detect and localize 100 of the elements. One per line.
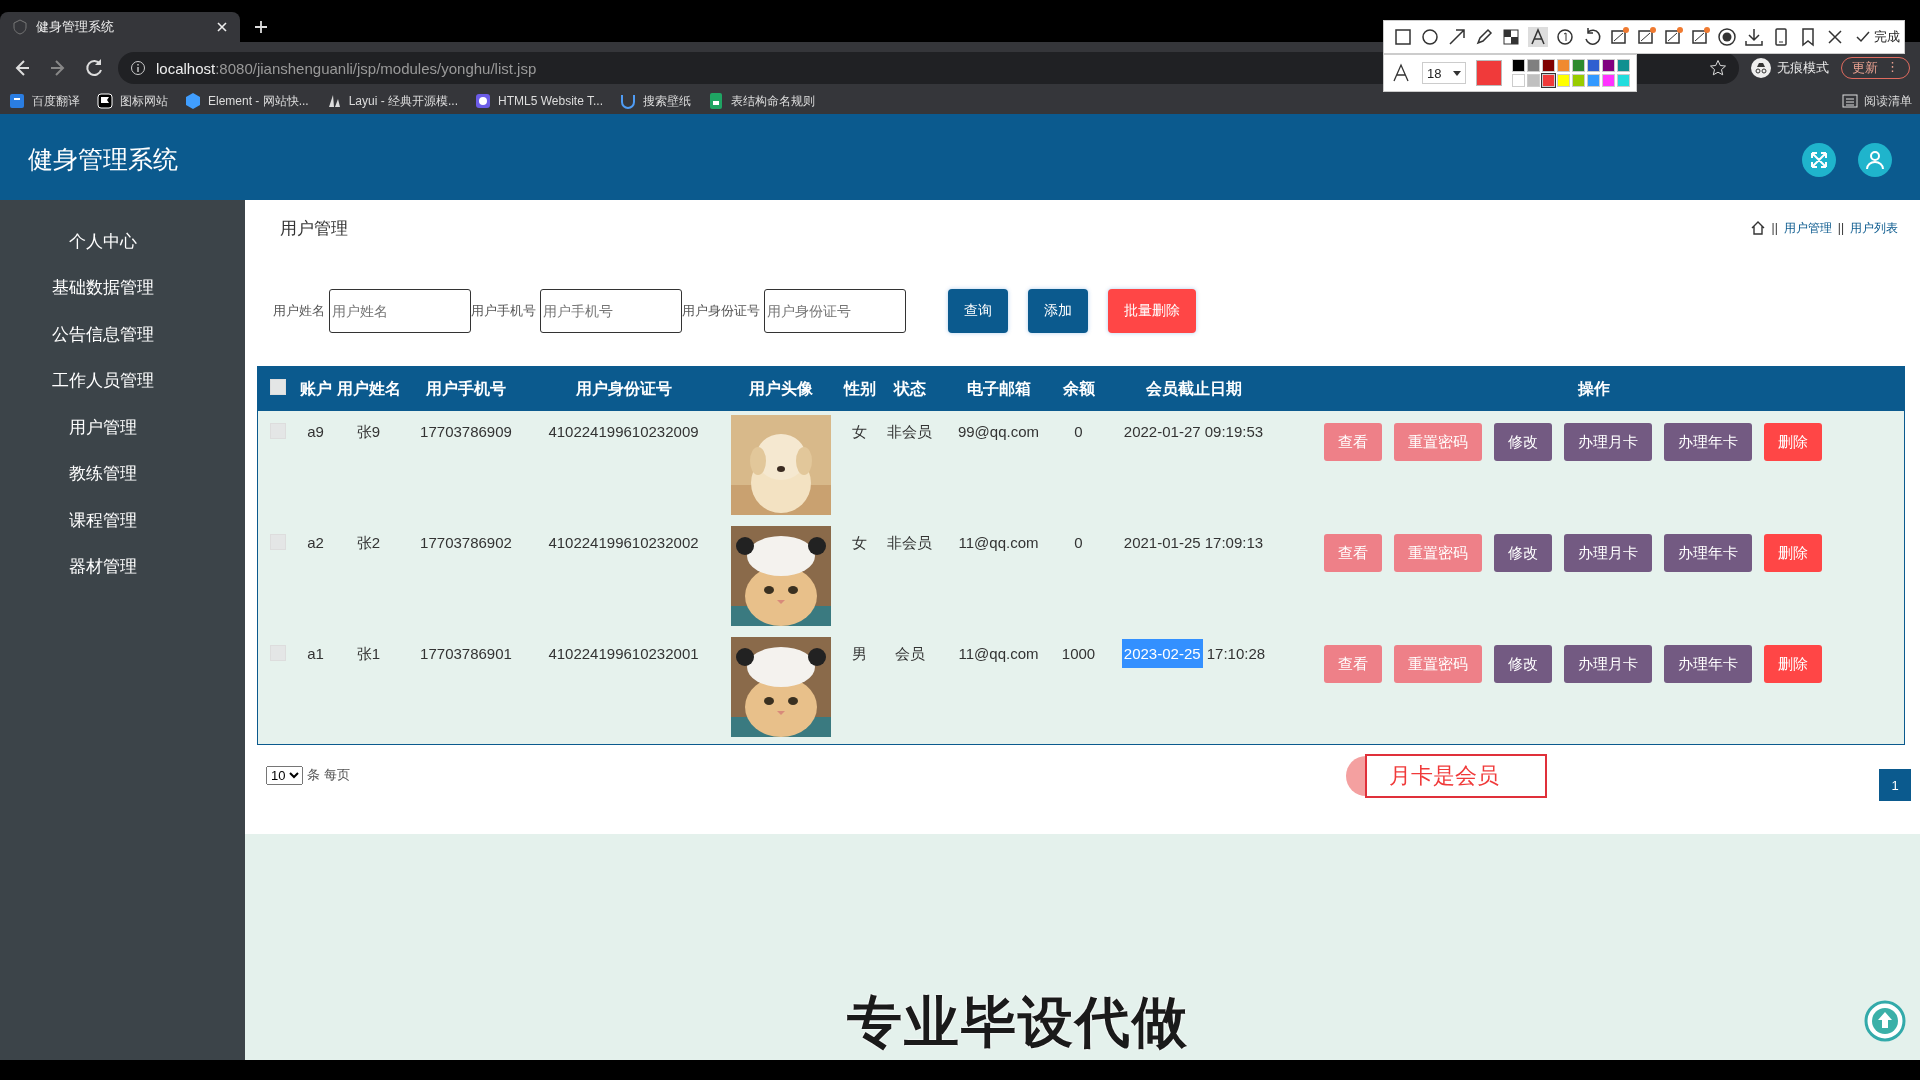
done-button[interactable]: 完成 <box>1855 28 1900 46</box>
table-cell: 0 <box>1053 522 1104 633</box>
table-cell: 0 <box>1053 411 1104 522</box>
number-icon[interactable] <box>1554 26 1576 48</box>
bookmark-icon <box>184 92 202 110</box>
home-icon[interactable] <box>1749 220 1766 236</box>
bookmark[interactable]: 图标网站 <box>96 92 168 110</box>
color-swatch[interactable] <box>1617 59 1630 72</box>
current-color-swatch[interactable] <box>1476 60 1502 86</box>
list-icon <box>1842 93 1858 109</box>
action-button[interactable]: 办理年卡 <box>1663 534 1752 572</box>
action-button[interactable]: 添加 <box>1028 289 1088 333</box>
action-button[interactable]: 查询 <box>948 289 1008 333</box>
close-icon[interactable] <box>216 21 228 33</box>
table-cell: 非会员 <box>875 522 944 633</box>
reading-list-button[interactable]: 阅读清单 <box>1842 92 1912 110</box>
bookmark[interactable]: HTML5 Website T... <box>474 92 603 110</box>
table-cell: 会员 <box>875 633 944 745</box>
menu-icon[interactable]: ⋮ <box>1886 59 1899 77</box>
table-cell: 17703786902 <box>403 522 529 633</box>
bookmark[interactable]: 表结构命名规则 <box>707 92 815 110</box>
breadcrumb-link[interactable]: 用户列表 <box>1850 219 1898 237</box>
bookmark[interactable]: Element - 网站快... <box>184 92 309 110</box>
table-cell: 17:09:13 <box>1204 534 1264 551</box>
input-field[interactable]: 用户身份证号 <box>764 289 906 333</box>
table-cell: 410224199610232001 <box>528 633 719 745</box>
bookmark[interactable]: Layui - 经典开源模... <box>324 92 459 110</box>
input-field[interactable]: 用户姓名 <box>329 289 471 333</box>
action-button[interactable]: 办理月卡 <box>1563 423 1652 461</box>
action-button[interactable]: 修改 <box>1493 534 1552 572</box>
rectangle-icon[interactable] <box>1392 26 1414 48</box>
sidebar-item[interactable]: 工作人员管理 <box>51 357 154 404</box>
color-swatch[interactable] <box>1602 59 1615 72</box>
table-cell: 11@qq.com <box>943 633 1054 745</box>
action-button[interactable]: 办理月卡 <box>1563 534 1652 572</box>
bookmark-icon <box>8 92 26 110</box>
color-swatch[interactable] <box>1527 59 1540 72</box>
action-button[interactable]: 办理月卡 <box>1563 645 1652 683</box>
mosaic-icon[interactable] <box>1500 26 1522 48</box>
table-cell: 女 <box>843 411 876 522</box>
color-swatch[interactable] <box>1527 74 1540 87</box>
bookmark-icon <box>96 92 114 110</box>
color-swatch[interactable] <box>1557 59 1570 72</box>
table-cell: 09:19:53 <box>1204 423 1264 440</box>
color-swatch[interactable] <box>1617 74 1630 87</box>
table-cell: a1 <box>297 633 334 745</box>
sidebar-item[interactable]: 基础数据管理 <box>51 264 154 311</box>
sidebar-item[interactable]: 公告信息管理 <box>51 311 154 358</box>
color-swatch[interactable] <box>1572 74 1585 87</box>
bookmark[interactable]: 搜索壁纸 <box>619 92 691 110</box>
text-tool-icon[interactable] <box>1527 26 1549 48</box>
column-header: 状态 <box>875 366 944 411</box>
info-icon[interactable] <box>130 60 146 76</box>
action-button[interactable]: 修改 <box>1493 423 1552 461</box>
bookmark[interactable]: 百度翻译 <box>8 92 80 110</box>
color-swatch[interactable] <box>1512 74 1525 87</box>
incognito-badge[interactable]: 无痕模式 <box>1751 58 1829 78</box>
browser-tab[interactable]: 健身管理系统 <box>0 12 240 42</box>
table-cell: 2021-01-25 <box>1123 534 1201 551</box>
action-button[interactable]: 办理年卡 <box>1663 423 1752 461</box>
caret-icon <box>1453 70 1461 76</box>
new-tab-icon[interactable] <box>254 20 268 34</box>
scroll-top-icon[interactable] <box>1864 1000 1906 1042</box>
color-swatch[interactable] <box>1542 59 1555 72</box>
sidebar-item[interactable]: 器材管理 <box>68 543 137 590</box>
table-cell: a9 <box>297 411 334 522</box>
color-swatch[interactable] <box>1587 59 1600 72</box>
fullscreen-button[interactable] <box>1802 142 1836 177</box>
page-button[interactable]: 1 <box>1879 769 1911 801</box>
input-field[interactable]: 用户手机号 <box>540 289 682 333</box>
color-swatch[interactable] <box>1587 74 1600 87</box>
checkbox[interactable] <box>269 379 286 395</box>
expand-icon <box>1810 150 1828 169</box>
action-button[interactable]: 修改 <box>1493 645 1552 683</box>
sidebar-item[interactable]: 课程管理 <box>68 497 137 544</box>
font-size-select[interactable]: 18 <box>1422 62 1466 84</box>
color-swatch[interactable] <box>1542 74 1555 87</box>
sidebar-item[interactable]: 用户管理 <box>68 404 137 451</box>
star-icon[interactable] <box>1709 59 1727 77</box>
page-size-select[interactable]: 10 <box>266 765 303 785</box>
user-icon <box>1865 149 1885 170</box>
column-header: 账户 <box>297 366 334 411</box>
color-swatch[interactable] <box>1557 74 1570 87</box>
color-swatch[interactable] <box>1602 74 1615 87</box>
sidebar-item[interactable]: 个人中心 <box>68 218 137 265</box>
sidebar-item[interactable]: 教练管理 <box>68 450 137 497</box>
user-button[interactable] <box>1858 142 1892 177</box>
table-cell: 男 <box>843 633 876 745</box>
caption: 专业毕设代做 <box>847 990 1189 1055</box>
field-label: 用户身份证号 <box>682 302 760 320</box>
action-button[interactable]: 办理年卡 <box>1663 645 1752 683</box>
record-icon[interactable] <box>1716 26 1738 48</box>
check-icon <box>1855 29 1871 45</box>
color-swatch[interactable] <box>1512 59 1525 72</box>
color-swatch[interactable] <box>1572 59 1585 72</box>
breadcrumb-link[interactable]: 用户管理 <box>1783 219 1832 237</box>
download-icon[interactable] <box>1743 26 1765 48</box>
column-header: 会员截止日期 <box>1103 366 1284 411</box>
column-header: 用户身份证号 <box>528 366 719 411</box>
circle-icon[interactable] <box>1419 26 1441 48</box>
